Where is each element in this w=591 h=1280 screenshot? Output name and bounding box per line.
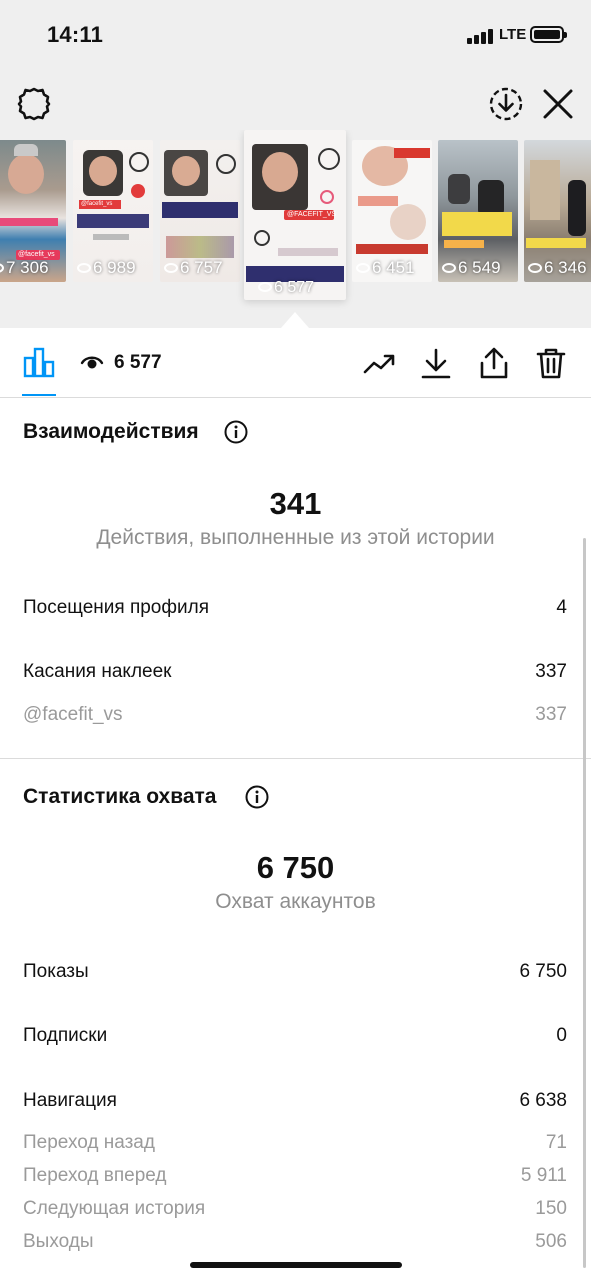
thumbnail-views: 7 306	[0, 258, 49, 278]
interactions-total: 341	[269, 486, 322, 521]
close-icon[interactable]	[538, 84, 578, 124]
thumbnail-views: 6 577	[258, 279, 314, 297]
story-thumbnail-active[interactable]: @FACEFIT_VS 6 577	[244, 130, 346, 300]
stat-sub-label: Переход вперед	[23, 1165, 167, 1186]
story-toolbar: 6 577	[0, 328, 591, 398]
views-count: 6 577	[114, 352, 162, 373]
section-divider	[0, 758, 591, 759]
stat-sub-value: 337	[535, 704, 567, 725]
active-story-pointer	[281, 312, 309, 328]
download-icon[interactable]	[419, 346, 453, 380]
stat-label: Навигация	[23, 1090, 117, 1111]
trash-icon[interactable]	[534, 346, 568, 380]
reach-total: 6 750	[256, 850, 335, 885]
reach-caption: Охват аккаунтов	[215, 890, 376, 913]
stat-value: 0	[556, 1025, 567, 1046]
stat-value: 4	[556, 597, 567, 618]
info-icon[interactable]	[245, 785, 269, 809]
share-icon[interactable]	[477, 346, 511, 380]
active-tab-indicator	[22, 394, 56, 396]
thumbnail-handle: @facefit_vs	[79, 200, 121, 209]
trend-up-icon[interactable]	[362, 346, 396, 380]
thumbnail-views: 6 989	[77, 258, 136, 278]
status-bar: 14:11 LTE	[0, 0, 591, 70]
status-time: 14:11	[47, 22, 104, 47]
story-thumbnail[interactable]: @facefit_vs 7 306	[0, 140, 66, 282]
stat-label: Посещения профиля	[23, 597, 209, 618]
home-indicator[interactable]	[190, 1262, 402, 1268]
info-icon[interactable]	[224, 420, 248, 444]
stat-sub-label: Выходы	[23, 1231, 94, 1252]
thumbnail-handle: @FACEFIT_VS	[284, 210, 336, 220]
interactions-title: Взаимодействия	[23, 420, 199, 443]
stat-value: 337	[535, 661, 567, 682]
stat-value: 6 750	[519, 961, 567, 982]
scrollbar[interactable]	[583, 538, 586, 1268]
stat-label: Касания наклеек	[23, 661, 172, 682]
story-thumbnail[interactable]: 6 549	[438, 140, 518, 282]
stat-sub-value: 5 911	[520, 1165, 567, 1186]
interactions-caption: Действия, выполненные из этой истории	[96, 526, 495, 549]
thumbnail-views: 6 549	[442, 258, 501, 278]
thumbnail-views: 6 346	[528, 258, 587, 278]
gear-icon[interactable]	[14, 84, 54, 124]
download-circle-icon[interactable]	[486, 84, 526, 124]
story-thumbnail[interactable]: @facefit_vs 6 989	[73, 140, 153, 282]
stat-sub-label: Переход назад	[23, 1132, 155, 1153]
story-thumbnail[interactable]: 6 757	[160, 140, 240, 282]
story-thumbnail[interactable]: 6 346	[524, 140, 591, 282]
insights-bar-chart-icon[interactable]	[22, 346, 58, 378]
thumbnail-views: 6 451	[356, 258, 415, 278]
stat-value: 6 638	[519, 1090, 567, 1111]
stat-sub-value: 150	[535, 1198, 567, 1219]
story-thumbnails: @facefit_vs 7 306 @facefit_vs 6 989 6 75…	[0, 130, 591, 310]
stat-sub-label: Следующая история	[23, 1198, 206, 1219]
signal-icon	[467, 28, 495, 44]
eye-icon	[80, 356, 104, 369]
stat-sub-label[interactable]: @facefit_vs	[23, 704, 123, 726]
stat-sub-value: 506	[535, 1231, 567, 1252]
story-thumbnail[interactable]: 6 451	[352, 140, 432, 282]
stat-label: Показы	[23, 961, 89, 982]
reach-title: Статистика охвата	[23, 785, 217, 808]
battery-icon	[530, 26, 567, 43]
network-label: LTE	[499, 26, 527, 43]
stat-sub-value: 71	[545, 1132, 567, 1153]
story-carousel-area: 14:11 LTE @facefit_vs 7 306 @facefit_vs …	[0, 0, 591, 328]
thumbnail-views: 6 757	[164, 258, 223, 278]
stat-label: Подписки	[23, 1025, 108, 1046]
